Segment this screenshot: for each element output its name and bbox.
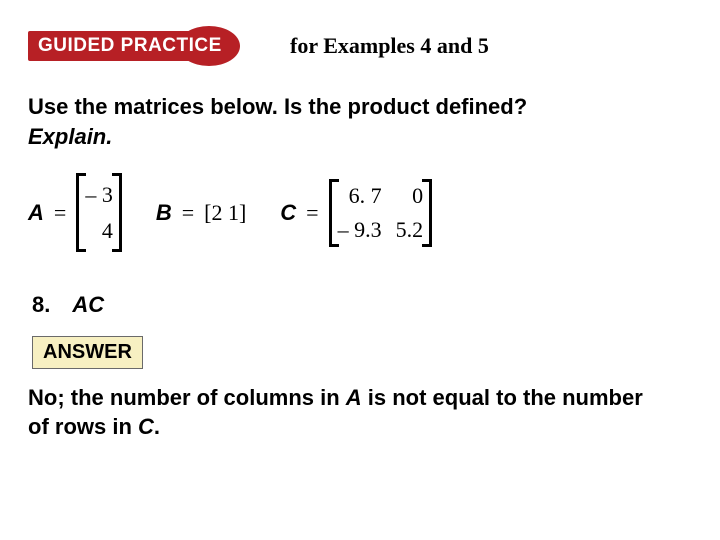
matrix-c-11: 5.2 bbox=[396, 217, 424, 243]
answer-text: No; the number of columns in A is not eq… bbox=[28, 383, 668, 442]
badge: GUIDED PRACTICE bbox=[28, 26, 248, 66]
matrix-c-00: 6. 7 bbox=[338, 183, 382, 209]
answer-label-box: ANSWER bbox=[32, 336, 143, 369]
question-number: 8. bbox=[32, 292, 50, 318]
answer-label: ANSWER bbox=[43, 341, 132, 363]
answer-pre: No; the number of columns in bbox=[28, 385, 346, 410]
prompt-line2: Explain. bbox=[28, 124, 112, 149]
matrix-c-10: – 9.3 bbox=[338, 217, 382, 243]
answer-post: . bbox=[154, 414, 160, 439]
badge-text: GUIDED PRACTICE bbox=[38, 35, 222, 57]
answer-var-a: A bbox=[346, 385, 362, 410]
question-expression: AC bbox=[72, 292, 104, 318]
slide: GUIDED PRACTICE for Examples 4 and 5 Use… bbox=[0, 0, 720, 540]
matrix-a-r0: – 3 bbox=[85, 177, 113, 212]
header-subtitle: for Examples 4 and 5 bbox=[290, 33, 489, 59]
matrix-b-label: B bbox=[156, 200, 172, 226]
matrix-row: A = – 3 4 B = [2 1] C = 6. 7 0 – 9.3 5.2 bbox=[28, 173, 692, 251]
matrix-b: [2 1] bbox=[204, 200, 246, 226]
prompt: Use the matrices below. Is the product d… bbox=[28, 92, 692, 151]
equals-a: = bbox=[54, 200, 66, 226]
badge-bar: GUIDED PRACTICE bbox=[28, 31, 218, 61]
matrix-c: 6. 7 0 – 9.3 5.2 bbox=[329, 179, 433, 247]
header-row: GUIDED PRACTICE for Examples 4 and 5 bbox=[28, 26, 692, 66]
equals-c: = bbox=[306, 200, 318, 226]
matrix-a: – 3 4 bbox=[76, 173, 122, 251]
equals-b: = bbox=[182, 200, 194, 226]
prompt-line1: Use the matrices below. Is the product d… bbox=[28, 94, 527, 119]
matrix-c-01: 0 bbox=[396, 183, 424, 209]
question-row: 8. AC bbox=[28, 292, 692, 318]
matrix-c-label: C bbox=[280, 200, 296, 226]
matrix-a-r1: 4 bbox=[102, 213, 113, 248]
answer-var-c: C bbox=[138, 414, 154, 439]
matrix-a-label: A bbox=[28, 200, 44, 226]
